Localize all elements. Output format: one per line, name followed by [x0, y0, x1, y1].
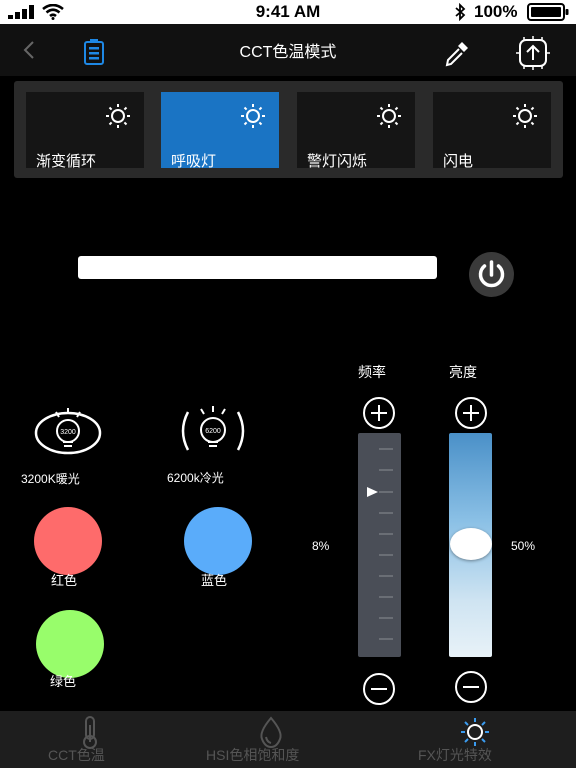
frequency-label: 频率: [358, 364, 386, 380]
effect-gradient-cycle[interactable]: 渐变循环: [26, 92, 144, 170]
effect-label: 呼吸灯: [171, 153, 217, 170]
battery-percent: 100%: [474, 2, 518, 21]
preset-cool-label: 6200k冷光: [167, 471, 224, 485]
preset-warm-3200k[interactable]: 3200: [34, 406, 102, 456]
preset-blue-label: 蓝色: [201, 573, 228, 588]
horizontal-slider[interactable]: [78, 256, 437, 279]
effect-breathing[interactable]: 呼吸灯: [161, 92, 279, 170]
power-icon: [478, 260, 505, 288]
preset-blue[interactable]: [184, 507, 252, 575]
tab-fx[interactable]: FX灯光特效: [410, 711, 510, 768]
status-bar: 9:41 AM 100%: [0, 0, 576, 24]
brightness-slider-knob[interactable]: [450, 528, 492, 560]
tab-label: FX灯光特效: [418, 747, 492, 763]
frequency-value: 8%: [312, 539, 330, 553]
frequency-minus-icon[interactable]: [362, 672, 396, 706]
brightness-minus-icon[interactable]: [454, 670, 488, 704]
warm-bulb-text: 3200: [60, 429, 76, 436]
tab-label: CCT色温: [48, 747, 105, 763]
warm-bulb-icon: 3200: [34, 408, 102, 455]
power-button[interactable]: [469, 252, 514, 297]
sun-icon: [513, 104, 537, 128]
tab-bar: CCT色温 HSI色相饱和度 FX灯光特效: [0, 711, 576, 768]
sun-icon: [377, 104, 401, 128]
brightness-value: 50%: [511, 539, 536, 553]
nav-bar: CCT色温模式: [0, 24, 576, 76]
effects-panel: 渐变循环 呼吸灯 警灯闪烁 闪电: [14, 81, 563, 178]
effect-label: 闪电: [443, 153, 474, 170]
preset-red[interactable]: [34, 507, 102, 575]
effect-label: 渐变循环: [36, 153, 97, 170]
frequency-ticks: [367, 448, 393, 640]
cool-bulb-text: 6200: [205, 428, 221, 435]
preset-green[interactable]: [36, 610, 104, 678]
eyedropper-icon[interactable]: [442, 38, 472, 68]
effect-lightning[interactable]: 闪电: [433, 92, 551, 170]
frequency-plus-icon[interactable]: [362, 396, 396, 430]
bluetooth-icon: [455, 3, 466, 21]
brightness-label: 亮度: [449, 364, 477, 380]
tab-label: HSI色相饱和度: [206, 747, 300, 763]
frequency-slider[interactable]: [358, 433, 401, 657]
preset-cool-6200k[interactable]: 6200: [178, 404, 248, 458]
tab-hsi[interactable]: HSI色相饱和度: [200, 711, 320, 768]
sun-icon: [461, 718, 489, 746]
sun-icon: [106, 104, 130, 128]
battery-icon: [527, 3, 569, 21]
cool-bulb-icon: 6200: [181, 406, 245, 451]
page-title: CCT色温模式: [239, 44, 337, 61]
effect-police-flash[interactable]: 警灯闪烁: [297, 92, 415, 170]
sun-icon: [241, 104, 265, 128]
thermometer-icon: [83, 716, 97, 749]
preset-red-label: 红色: [51, 573, 78, 588]
tab-cct[interactable]: CCT色温: [40, 711, 140, 768]
preset-warm-label: 3200K暖光: [21, 472, 80, 486]
upload-icon[interactable]: [516, 36, 550, 70]
effect-label: 警灯闪烁: [307, 153, 368, 170]
drop-icon: [260, 716, 282, 749]
preset-green-label: 绿色: [50, 674, 77, 689]
brightness-plus-icon[interactable]: [454, 396, 488, 430]
